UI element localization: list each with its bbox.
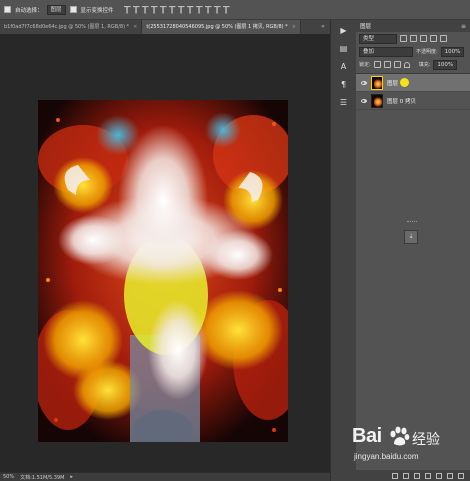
paragraph-panel-icon[interactable]: ¶ xyxy=(334,78,354,92)
filter-shape-icon[interactable] xyxy=(430,35,437,42)
layer-list: 图层 图层 0 拷贝 xyxy=(356,73,470,110)
lock-all-icon[interactable] xyxy=(403,61,410,68)
auto-select-dropdown[interactable]: 图层 xyxy=(46,4,66,15)
play-action-icon[interactable]: ▶ xyxy=(334,24,354,38)
filter-type-icon[interactable] xyxy=(420,35,427,42)
layer-row-copy[interactable]: 图层 0 拷贝 xyxy=(356,92,470,110)
tab-label: t(25531728040546095.jpg @ 50% (图层 1 拷贝, … xyxy=(146,24,288,30)
align-bottom-icon[interactable] xyxy=(141,5,149,14)
watermark-brand-suffix: 经验 xyxy=(412,432,440,448)
new-group-icon[interactable] xyxy=(436,472,442,479)
options-bar: 自动选择： 图层 显示变换控件 xyxy=(0,0,470,20)
align-left-icon[interactable] xyxy=(150,5,158,14)
opacity-input[interactable]: 100% xyxy=(440,46,465,57)
close-tab-icon[interactable]: × xyxy=(133,20,137,34)
status-bar: 50% 文档:1.51M/5.39M ▸ xyxy=(0,472,330,481)
new-layer-icon[interactable] xyxy=(447,472,453,479)
color-powder-explosion-image xyxy=(38,100,288,442)
layers-panel-header: 图层 ≡ xyxy=(356,20,470,32)
filter-adjustment-icon[interactable] xyxy=(410,35,417,42)
tab-layers[interactable]: 图层 xyxy=(360,22,371,30)
layer-filter-row: 类型 xyxy=(356,32,470,45)
tab-label: b1f0ad7f7c68d0e64c.jpg @ 50% (图层 1, RGB/… xyxy=(4,24,130,30)
fill-label: 填充: xyxy=(418,62,431,68)
layer-name[interactable]: 图层 xyxy=(387,79,398,87)
character-panel-icon[interactable]: A xyxy=(334,60,354,74)
delete-layer-icon[interactable] xyxy=(458,472,464,479)
watermark-brand: Bai xyxy=(352,425,382,447)
align-hcenter-icon[interactable] xyxy=(159,5,167,14)
properties-panel-icon[interactable]: ☰ xyxy=(334,96,354,110)
distribute-hcenter-icon[interactable] xyxy=(213,5,221,14)
filter-smart-icon[interactable] xyxy=(440,35,447,42)
visibility-eye-icon[interactable] xyxy=(361,80,367,85)
auto-select-checkbox[interactable] xyxy=(4,6,11,13)
layer-name[interactable]: 图层 0 拷贝 xyxy=(387,97,416,105)
show-transform-checkbox[interactable] xyxy=(69,6,77,13)
align-vcenter-icon[interactable] xyxy=(132,5,140,14)
tab-overflow-icon[interactable]: » xyxy=(316,20,330,34)
baidu-jingyan-watermark: Bai 经验 jingyan.baidu.com xyxy=(352,425,452,473)
baidu-paw-icon xyxy=(390,426,410,446)
fill-input[interactable]: 100% xyxy=(433,59,458,70)
distribute-bottom-icon[interactable] xyxy=(195,5,203,14)
document-tab-1[interactable]: b1f0ad7f7c68d0e64c.jpg @ 50% (图层 1, RGB/… xyxy=(0,20,143,34)
status-menu-arrow-icon[interactable]: ▸ xyxy=(70,474,73,480)
collapsed-panel-strip: ▶ ▤ A ¶ ☰ xyxy=(330,20,356,481)
cursor-highlight-icon xyxy=(400,78,410,87)
document-size: 文档:1.51M/5.39M xyxy=(20,474,65,481)
filter-kind-dropdown[interactable]: 类型 xyxy=(359,33,397,44)
lock-transparent-icon[interactable] xyxy=(373,61,381,68)
close-tab-icon[interactable]: × xyxy=(292,20,296,34)
align-buttons-group xyxy=(123,5,230,14)
lock-label: 锁定: xyxy=(359,62,371,68)
distribute-vcenter-icon[interactable] xyxy=(186,5,194,14)
zoom-level[interactable]: 50% xyxy=(3,474,14,480)
document-tab-2[interactable]: t(25531728040546095.jpg @ 50% (图层 1 拷贝, … xyxy=(142,20,301,34)
new-adjustment-icon[interactable] xyxy=(425,472,431,479)
distribute-right-icon[interactable] xyxy=(222,5,230,14)
blend-row: 叠加 不透明度: 100% xyxy=(356,45,470,58)
lock-position-icon[interactable] xyxy=(393,61,401,68)
align-top-icon[interactable] xyxy=(123,5,131,14)
layer-thumbnail[interactable] xyxy=(371,93,383,108)
lock-image-icon[interactable] xyxy=(383,61,391,68)
align-right-icon[interactable] xyxy=(168,5,176,14)
lock-row: 锁定: 填充: 100% xyxy=(356,58,470,71)
document-workspace xyxy=(0,34,330,472)
watermark-url: jingyan.baidu.com xyxy=(354,452,419,461)
document-tab-bar: b1f0ad7f7c68d0e64c.jpg @ 50% (图层 1, RGB/… xyxy=(0,20,330,34)
visibility-eye-icon[interactable] xyxy=(361,98,367,103)
distribute-left-icon[interactable] xyxy=(204,5,212,14)
adjustment-tool-icon[interactable]: ⇣ xyxy=(404,230,418,244)
panel-menu-icon[interactable]: ≡ xyxy=(461,23,466,30)
link-layers-icon[interactable] xyxy=(392,472,398,479)
filter-pixel-icon[interactable] xyxy=(400,35,407,42)
auto-select-label: 自动选择： xyxy=(15,7,43,14)
opacity-label: 不透明度: xyxy=(416,49,438,55)
blend-mode-dropdown[interactable]: 叠加 xyxy=(359,46,413,57)
show-transform-label: 显示变换控件 xyxy=(80,7,114,14)
document-canvas[interactable] xyxy=(38,100,288,442)
layer-row-top[interactable]: 图层 xyxy=(356,74,470,92)
distribute-top-icon[interactable] xyxy=(177,5,185,14)
dock-grip[interactable] xyxy=(407,221,417,224)
layer-thumbnail[interactable] xyxy=(371,75,383,90)
add-mask-icon[interactable] xyxy=(414,472,420,479)
layer-style-icon[interactable] xyxy=(403,472,409,479)
layers-panel: 图层 ≡ 类型 叠加 不透明度: 100% 锁定: 填充: 100% 图层 图层… xyxy=(356,20,470,481)
history-panel-icon[interactable]: ▤ xyxy=(334,42,354,56)
